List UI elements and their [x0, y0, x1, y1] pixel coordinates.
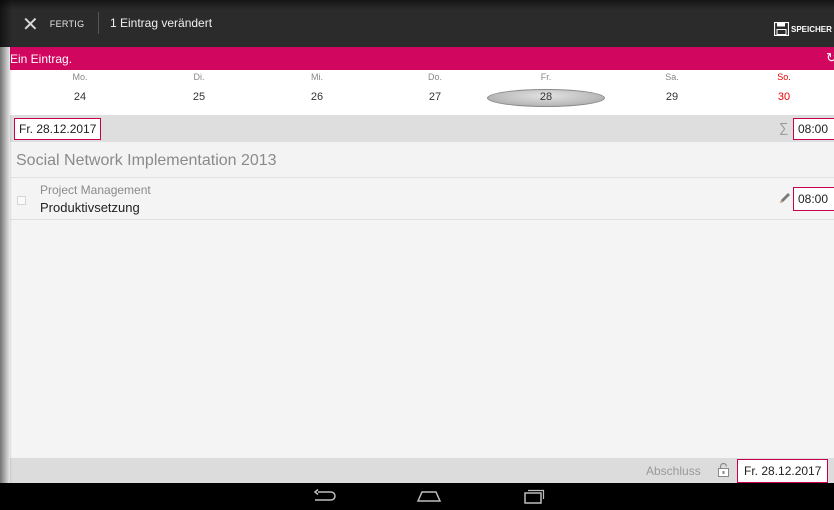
date-bar: Fr. 28.12.2017 ∑ 08:00	[10, 115, 834, 142]
day-tuesday[interactable]: Di. 25	[149, 70, 249, 103]
day-wednesday[interactable]: Mi. 26	[267, 70, 367, 103]
day-date: 24	[73, 91, 87, 103]
entry-category: Project Management	[40, 183, 151, 197]
back-icon[interactable]	[312, 488, 338, 504]
recent-apps-icon[interactable]	[522, 488, 546, 504]
action-bar: ✕ FERTIG 1 Eintrag verändert SPEICHER	[0, 0, 834, 47]
save-icon	[774, 22, 789, 36]
project-title: Social Network Implementation 2013	[16, 152, 277, 169]
entry-time-field[interactable]: 08:00	[793, 187, 834, 211]
project-header: Social Network Implementation 2013	[10, 142, 834, 178]
day-name: Mo.	[72, 72, 88, 82]
pencil-icon[interactable]	[778, 191, 792, 205]
total-time-field[interactable]: 08:00	[793, 118, 834, 140]
day-date: 28	[539, 91, 553, 103]
day-date: 25	[192, 91, 206, 103]
sync-icon[interactable]: ↻	[826, 50, 834, 66]
action-bar-title: 1 Eintrag verändert	[110, 16, 213, 30]
day-date: 29	[665, 91, 679, 103]
save-label: SPEICHER	[791, 24, 832, 34]
closing-date-field[interactable]: Fr. 28.12.2017	[737, 459, 829, 483]
lock-icon[interactable]	[718, 463, 729, 477]
time-entry-row[interactable]: Project Management Produktivsetzung 08:0…	[10, 178, 834, 220]
day-date: 30	[777, 91, 791, 103]
app-window: ✕ FERTIG 1 Eintrag verändert SPEICHER Ei…	[0, 0, 834, 510]
entry-count-banner: Ein Eintrag. ↻	[10, 47, 834, 70]
day-date: 26	[310, 91, 324, 103]
day-saturday[interactable]: Sa. 29	[622, 70, 722, 103]
action-bar-divider	[98, 12, 99, 34]
system-nav-bar	[0, 483, 834, 510]
home-icon[interactable]	[415, 488, 443, 504]
day-friday[interactable]: Fr. 28	[496, 70, 596, 103]
day-monday[interactable]: Mo. 24	[30, 70, 130, 103]
entry-task: Produktivsetzung	[40, 200, 140, 215]
date-field[interactable]: Fr. 28.12.2017	[14, 118, 102, 140]
day-name: So.	[777, 72, 791, 82]
done-button[interactable]: ✕ FERTIG	[22, 13, 84, 35]
save-button[interactable]: SPEICHER	[774, 22, 832, 36]
day-name: Di.	[193, 72, 205, 82]
day-sunday[interactable]: So. 30	[734, 70, 834, 103]
footer-bar: Abschluss Fr. 28.12.2017	[10, 458, 834, 483]
day-name: Do.	[427, 72, 442, 82]
day-name: Sa.	[665, 72, 679, 82]
entry-checkbox[interactable]	[17, 196, 26, 205]
done-label: FERTIG	[49, 19, 85, 29]
entries-list-empty-area	[10, 220, 834, 458]
banner-title: Ein Eintrag.	[10, 52, 73, 66]
day-name: Mi.	[311, 72, 323, 82]
day-date: 27	[428, 91, 442, 103]
close-icon: ✕	[22, 12, 39, 36]
sum-icon: ∑	[779, 120, 789, 135]
closing-label: Abschluss	[646, 464, 701, 478]
day-thursday[interactable]: Do. 27	[385, 70, 485, 103]
day-name: Fr.	[540, 72, 552, 82]
week-strip: Mo. 24 Di. 25 Mi. 26 Do. 27 Fr. 28 Sa. 2…	[10, 70, 834, 115]
